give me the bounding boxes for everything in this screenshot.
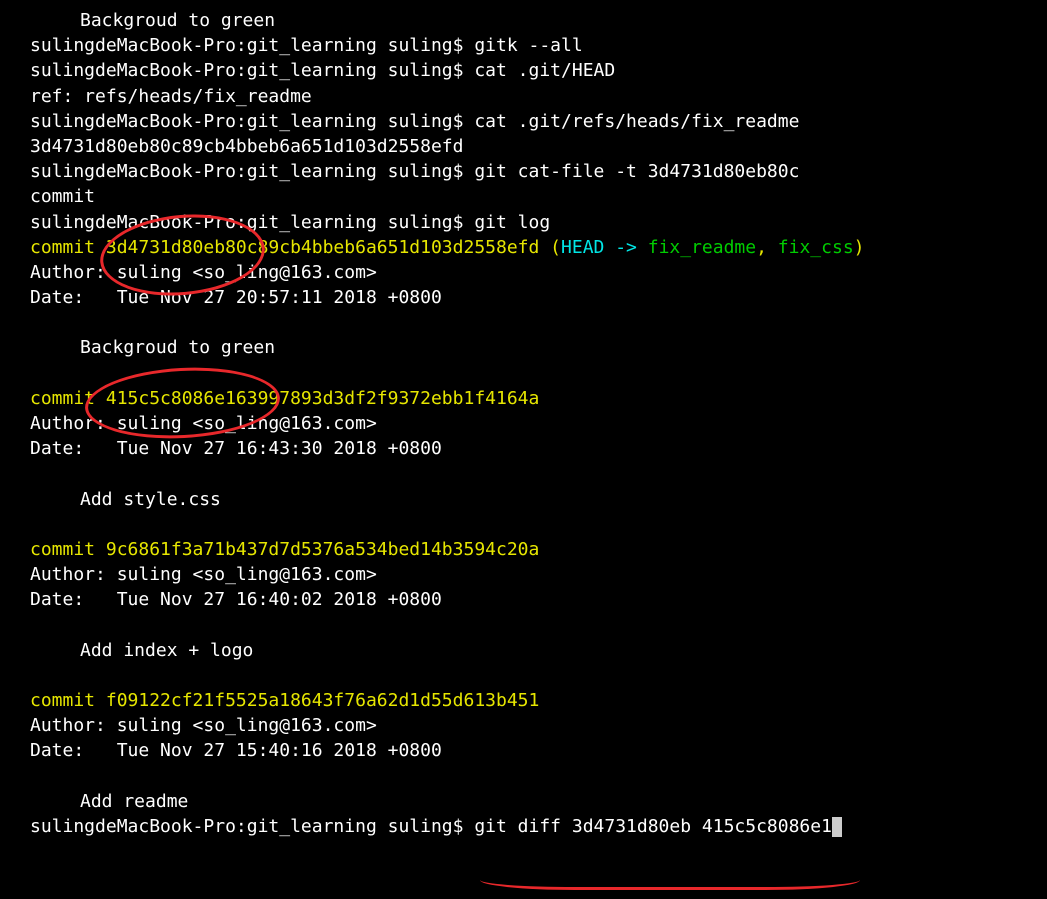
blank-line	[30, 361, 1047, 386]
command: gitk --all	[474, 35, 582, 56]
blank-line	[30, 310, 1047, 335]
commit-message: Add readme	[30, 789, 1047, 814]
prompt-line: sulingdeMacBook-Pro:git_learning suling$…	[30, 109, 1047, 134]
author-line: Author: suling <so_ling@163.com>	[30, 411, 1047, 436]
commit-line: commit 415c5c8086e163997893d3df2f9372ebb…	[30, 386, 1047, 411]
prompt-line: sulingdeMacBook-Pro:git_learning suling$…	[30, 33, 1047, 58]
prompt-line-active[interactable]: sulingdeMacBook-Pro:git_learning suling$…	[30, 814, 1047, 839]
command-input[interactable]: git diff 3d4731d80eb 415c5c8086e1	[474, 816, 832, 837]
output-line: commit	[30, 184, 1047, 209]
prompt: sulingdeMacBook-Pro:git_learning suling$	[30, 111, 474, 132]
prompt: sulingdeMacBook-Pro:git_learning suling$	[30, 816, 474, 837]
head-ref: HEAD ->	[561, 237, 648, 258]
author-line: Author: suling <so_ling@163.com>	[30, 713, 1047, 738]
commit-message: Backgroud to green	[30, 8, 1047, 33]
prompt-line: sulingdeMacBook-Pro:git_learning suling$…	[30, 210, 1047, 235]
commit-message: Backgroud to green	[30, 335, 1047, 360]
command: cat .git/refs/heads/fix_readme	[474, 111, 799, 132]
branch-ref: fix_readme	[648, 237, 756, 258]
output-line: ref: refs/heads/fix_readme	[30, 84, 1047, 109]
date-line: Date: Tue Nov 27 20:57:11 2018 +0800	[30, 285, 1047, 310]
blank-line	[30, 512, 1047, 537]
blank-line	[30, 613, 1047, 638]
command: git cat-file -t 3d4731d80eb80c	[474, 161, 799, 182]
date-line: Date: Tue Nov 27 15:40:16 2018 +0800	[30, 738, 1047, 763]
blank-line	[30, 663, 1047, 688]
decoration-close: )	[854, 237, 865, 258]
output-line: 3d4731d80eb80c89cb4bbeb6a651d103d2558efd	[30, 134, 1047, 159]
prompt-line: sulingdeMacBook-Pro:git_learning suling$…	[30, 58, 1047, 83]
author-line: Author: suling <so_ling@163.com>	[30, 260, 1047, 285]
command: cat .git/HEAD	[474, 60, 615, 81]
commit-hash: 3d4731d80eb80c89cb4bbeb6a651d103d2558efd	[106, 237, 539, 258]
blank-line	[30, 764, 1047, 789]
commit-line: commit f09122cf21f5525a18643f76a62d1d55d…	[30, 688, 1047, 713]
annotation-underline-icon	[480, 880, 860, 890]
prompt: sulingdeMacBook-Pro:git_learning suling$	[30, 161, 474, 182]
commit-line: commit 3d4731d80eb80c89cb4bbeb6a651d103d…	[30, 235, 1047, 260]
date-line: Date: Tue Nov 27 16:43:30 2018 +0800	[30, 436, 1047, 461]
commit-line: commit 9c6861f3a71b437d7d5376a534bed14b3…	[30, 537, 1047, 562]
blank-line	[30, 461, 1047, 486]
prompt: sulingdeMacBook-Pro:git_learning suling$	[30, 60, 474, 81]
author-line: Author: suling <so_ling@163.com>	[30, 562, 1047, 587]
command: git log	[474, 212, 550, 233]
terminal-output[interactable]: Backgroud to green sulingdeMacBook-Pro:g…	[30, 8, 1047, 839]
cursor	[832, 817, 842, 837]
prompt: sulingdeMacBook-Pro:git_learning suling$	[30, 35, 474, 56]
branch-ref: fix_css	[778, 237, 854, 258]
prompt: sulingdeMacBook-Pro:git_learning suling$	[30, 212, 474, 233]
ref-separator: ,	[756, 237, 778, 258]
prompt-line: sulingdeMacBook-Pro:git_learning suling$…	[30, 159, 1047, 184]
commit-message: Add style.css	[30, 487, 1047, 512]
date-line: Date: Tue Nov 27 16:40:02 2018 +0800	[30, 587, 1047, 612]
decoration-open: (	[539, 237, 561, 258]
commit-message: Add index + logo	[30, 638, 1047, 663]
commit-prefix: commit	[30, 237, 106, 258]
